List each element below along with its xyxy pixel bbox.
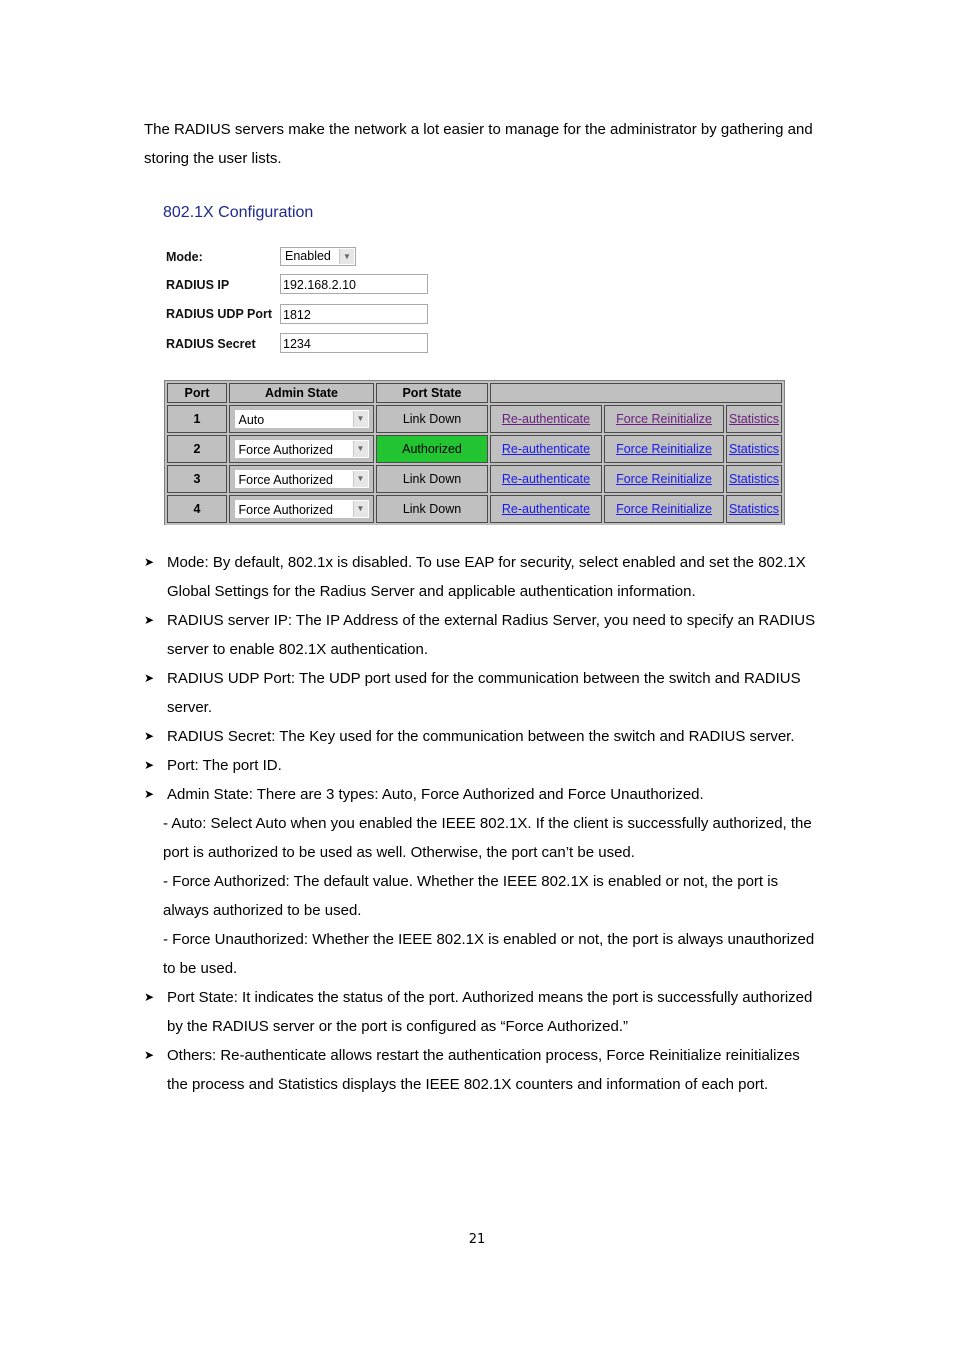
reauthenticate-link[interactable]: Re-authenticate	[502, 472, 590, 486]
statistics-cell: Statistics	[726, 405, 782, 433]
secret-row: RADIUS Secret	[166, 333, 280, 355]
port-table: Port Admin State Port State 1 Auto ▼ Link D…	[164, 380, 785, 525]
statistics-link[interactable]: Statistics	[729, 502, 779, 516]
admin-state-value: Force Authorized	[238, 503, 334, 517]
arrow-bullet-icon: ➤	[144, 758, 155, 772]
admin-state-cell: Auto ▼	[229, 405, 374, 433]
list-item: ➤ RADIUS server IP: The IP Address of the…	[144, 606, 824, 664]
radius-ip-row: RADIUS IP	[166, 274, 280, 296]
arrow-bullet-icon: ➤	[144, 1048, 155, 1062]
statistics-cell: Statistics	[726, 495, 782, 523]
reauthenticate-link[interactable]: Re-authenticate	[502, 412, 590, 426]
chevron-down-icon[interactable]: ▼	[352, 501, 368, 517]
list-item: ➤ Others: Re-authenticate allows restart …	[144, 1041, 824, 1099]
port-cell: 1	[167, 405, 227, 433]
list-item: ➤ Port: The port ID.	[144, 751, 824, 780]
arrow-bullet-icon: ➤	[144, 990, 155, 1004]
sub-item-auto: - Auto: Select Auto when you enabled the…	[163, 815, 812, 861]
header-actions	[490, 383, 782, 403]
port-state-cell: Link Down	[376, 405, 488, 433]
reauth-cell: Re-authenticate	[490, 405, 602, 433]
force-reinitialize-link[interactable]: Force Reinitialize	[616, 502, 712, 516]
intro-paragraph: The RADIUS servers make the network a lo…	[144, 121, 813, 167]
admin-state-value: Force Authorized	[238, 473, 334, 487]
force-reinitialize-link[interactable]: Force Reinitialize	[616, 472, 712, 486]
mode-select[interactable]: Enabled ▼	[280, 247, 356, 266]
admin-state-cell: Force Authorized ▼	[229, 465, 374, 493]
list-item: ➤ Mode: By default, 802.1x is disabled. T…	[144, 548, 824, 606]
port-cell: 4	[167, 495, 227, 523]
mode-select-value: Enabled	[285, 249, 331, 263]
list-item: ➤ Port State: It indicates the status of …	[144, 983, 824, 1041]
arrow-bullet-icon: ➤	[144, 671, 155, 685]
table-row: 3 Force Authorized ▼ Link Down Re-authentica…	[167, 465, 782, 493]
reauth-cell: Re-authenticate	[490, 435, 602, 463]
statistics-cell: Statistics	[726, 435, 782, 463]
admin-state-select[interactable]: Force Authorized ▼	[233, 499, 370, 519]
header-port: Port	[167, 383, 227, 403]
admin-state-select[interactable]: Auto ▼	[233, 409, 370, 429]
admin-state-select[interactable]: Force Authorized ▼	[233, 439, 370, 459]
sub-item-force-authorized: - Force Authorized: The default value. W…	[163, 873, 779, 919]
description-list: ➤ Mode: By default, 802.1x is disabled. T…	[144, 548, 824, 1099]
reauthenticate-link[interactable]: Re-authenticate	[502, 442, 590, 456]
table-header-row: Port Admin State Port State	[167, 383, 782, 403]
config-title: 802.1X Configuration	[163, 204, 314, 221]
port-cell: 2	[167, 435, 227, 463]
udp-port-input[interactable]: 1812	[280, 304, 428, 324]
port-state-cell: Link Down	[376, 465, 488, 493]
table-row: 1 Auto ▼ Link Down Re-authenticate Force Rein…	[167, 405, 782, 433]
chevron-down-icon[interactable]: ▼	[339, 249, 354, 264]
page-number: 21	[468, 1232, 486, 1247]
table-row: 2 Force Authorized ▼ Authorized Re-authentic…	[167, 435, 782, 463]
admin-state-select[interactable]: Force Authorized ▼	[233, 469, 370, 489]
list-item: ➤ RADIUS UDP Port: The UDP port used for …	[144, 664, 824, 722]
chevron-down-icon[interactable]: ▼	[352, 411, 368, 427]
udp-port-label: RADIUS UDP Port	[166, 307, 273, 321]
admin-state-cell: Force Authorized ▼	[229, 495, 374, 523]
radius-ip-input[interactable]: 192.168.2.10	[280, 274, 428, 294]
reauthenticate-link[interactable]: Re-authenticate	[502, 502, 590, 516]
arrow-bullet-icon: ➤	[144, 729, 155, 743]
udp-port-row: RADIUS UDP Port	[166, 303, 280, 325]
list-item: ➤ Admin State: There are 3 types: Auto, F…	[144, 780, 824, 809]
port-cell: 3	[167, 465, 227, 493]
admin-state-cell: Force Authorized ▼	[229, 435, 374, 463]
reauth-cell: Re-authenticate	[490, 465, 602, 493]
statistics-link[interactable]: Statistics	[729, 442, 779, 456]
statistics-cell: Statistics	[726, 465, 782, 493]
mode-row: Mode:	[166, 246, 280, 268]
port-state-cell: Authorized	[376, 435, 488, 463]
statistics-link[interactable]: Statistics	[729, 412, 779, 426]
secret-label: RADIUS Secret	[166, 337, 256, 351]
reauth-cell: Re-authenticate	[490, 495, 602, 523]
admin-state-value: Force Authorized	[238, 443, 334, 457]
arrow-bullet-icon: ➤	[144, 555, 155, 569]
force-reinitialize-link[interactable]: Force Reinitialize	[616, 412, 712, 426]
chevron-down-icon[interactable]: ▼	[352, 471, 368, 487]
reinit-cell: Force Reinitialize	[604, 465, 724, 493]
port-state-cell: Link Down	[376, 495, 488, 523]
force-reinitialize-link[interactable]: Force Reinitialize	[616, 442, 712, 456]
sub-item-force-unauthorized: - Force Unauthorized: Whether the IEEE 8…	[163, 931, 815, 977]
reinit-cell: Force Reinitialize	[604, 495, 724, 523]
statistics-link[interactable]: Statistics	[729, 472, 779, 486]
chevron-down-icon[interactable]: ▼	[352, 441, 368, 457]
table-row: 4 Force Authorized ▼ Link Down Re-authentica…	[167, 495, 782, 523]
list-item: ➤ RADIUS Secret: The Key used for the com…	[144, 722, 824, 751]
arrow-bullet-icon: ➤	[144, 613, 155, 627]
radius-ip-label: RADIUS IP	[166, 278, 230, 292]
admin-state-value: Auto	[238, 413, 265, 427]
arrow-bullet-icon: ➤	[144, 787, 155, 801]
mode-label: Mode:	[166, 250, 203, 264]
reinit-cell: Force Reinitialize	[604, 405, 724, 433]
secret-input[interactable]: 1234	[280, 333, 428, 353]
header-port-state: Port State	[376, 383, 488, 403]
reinit-cell: Force Reinitialize	[604, 435, 724, 463]
header-admin-state: Admin State	[229, 383, 374, 403]
